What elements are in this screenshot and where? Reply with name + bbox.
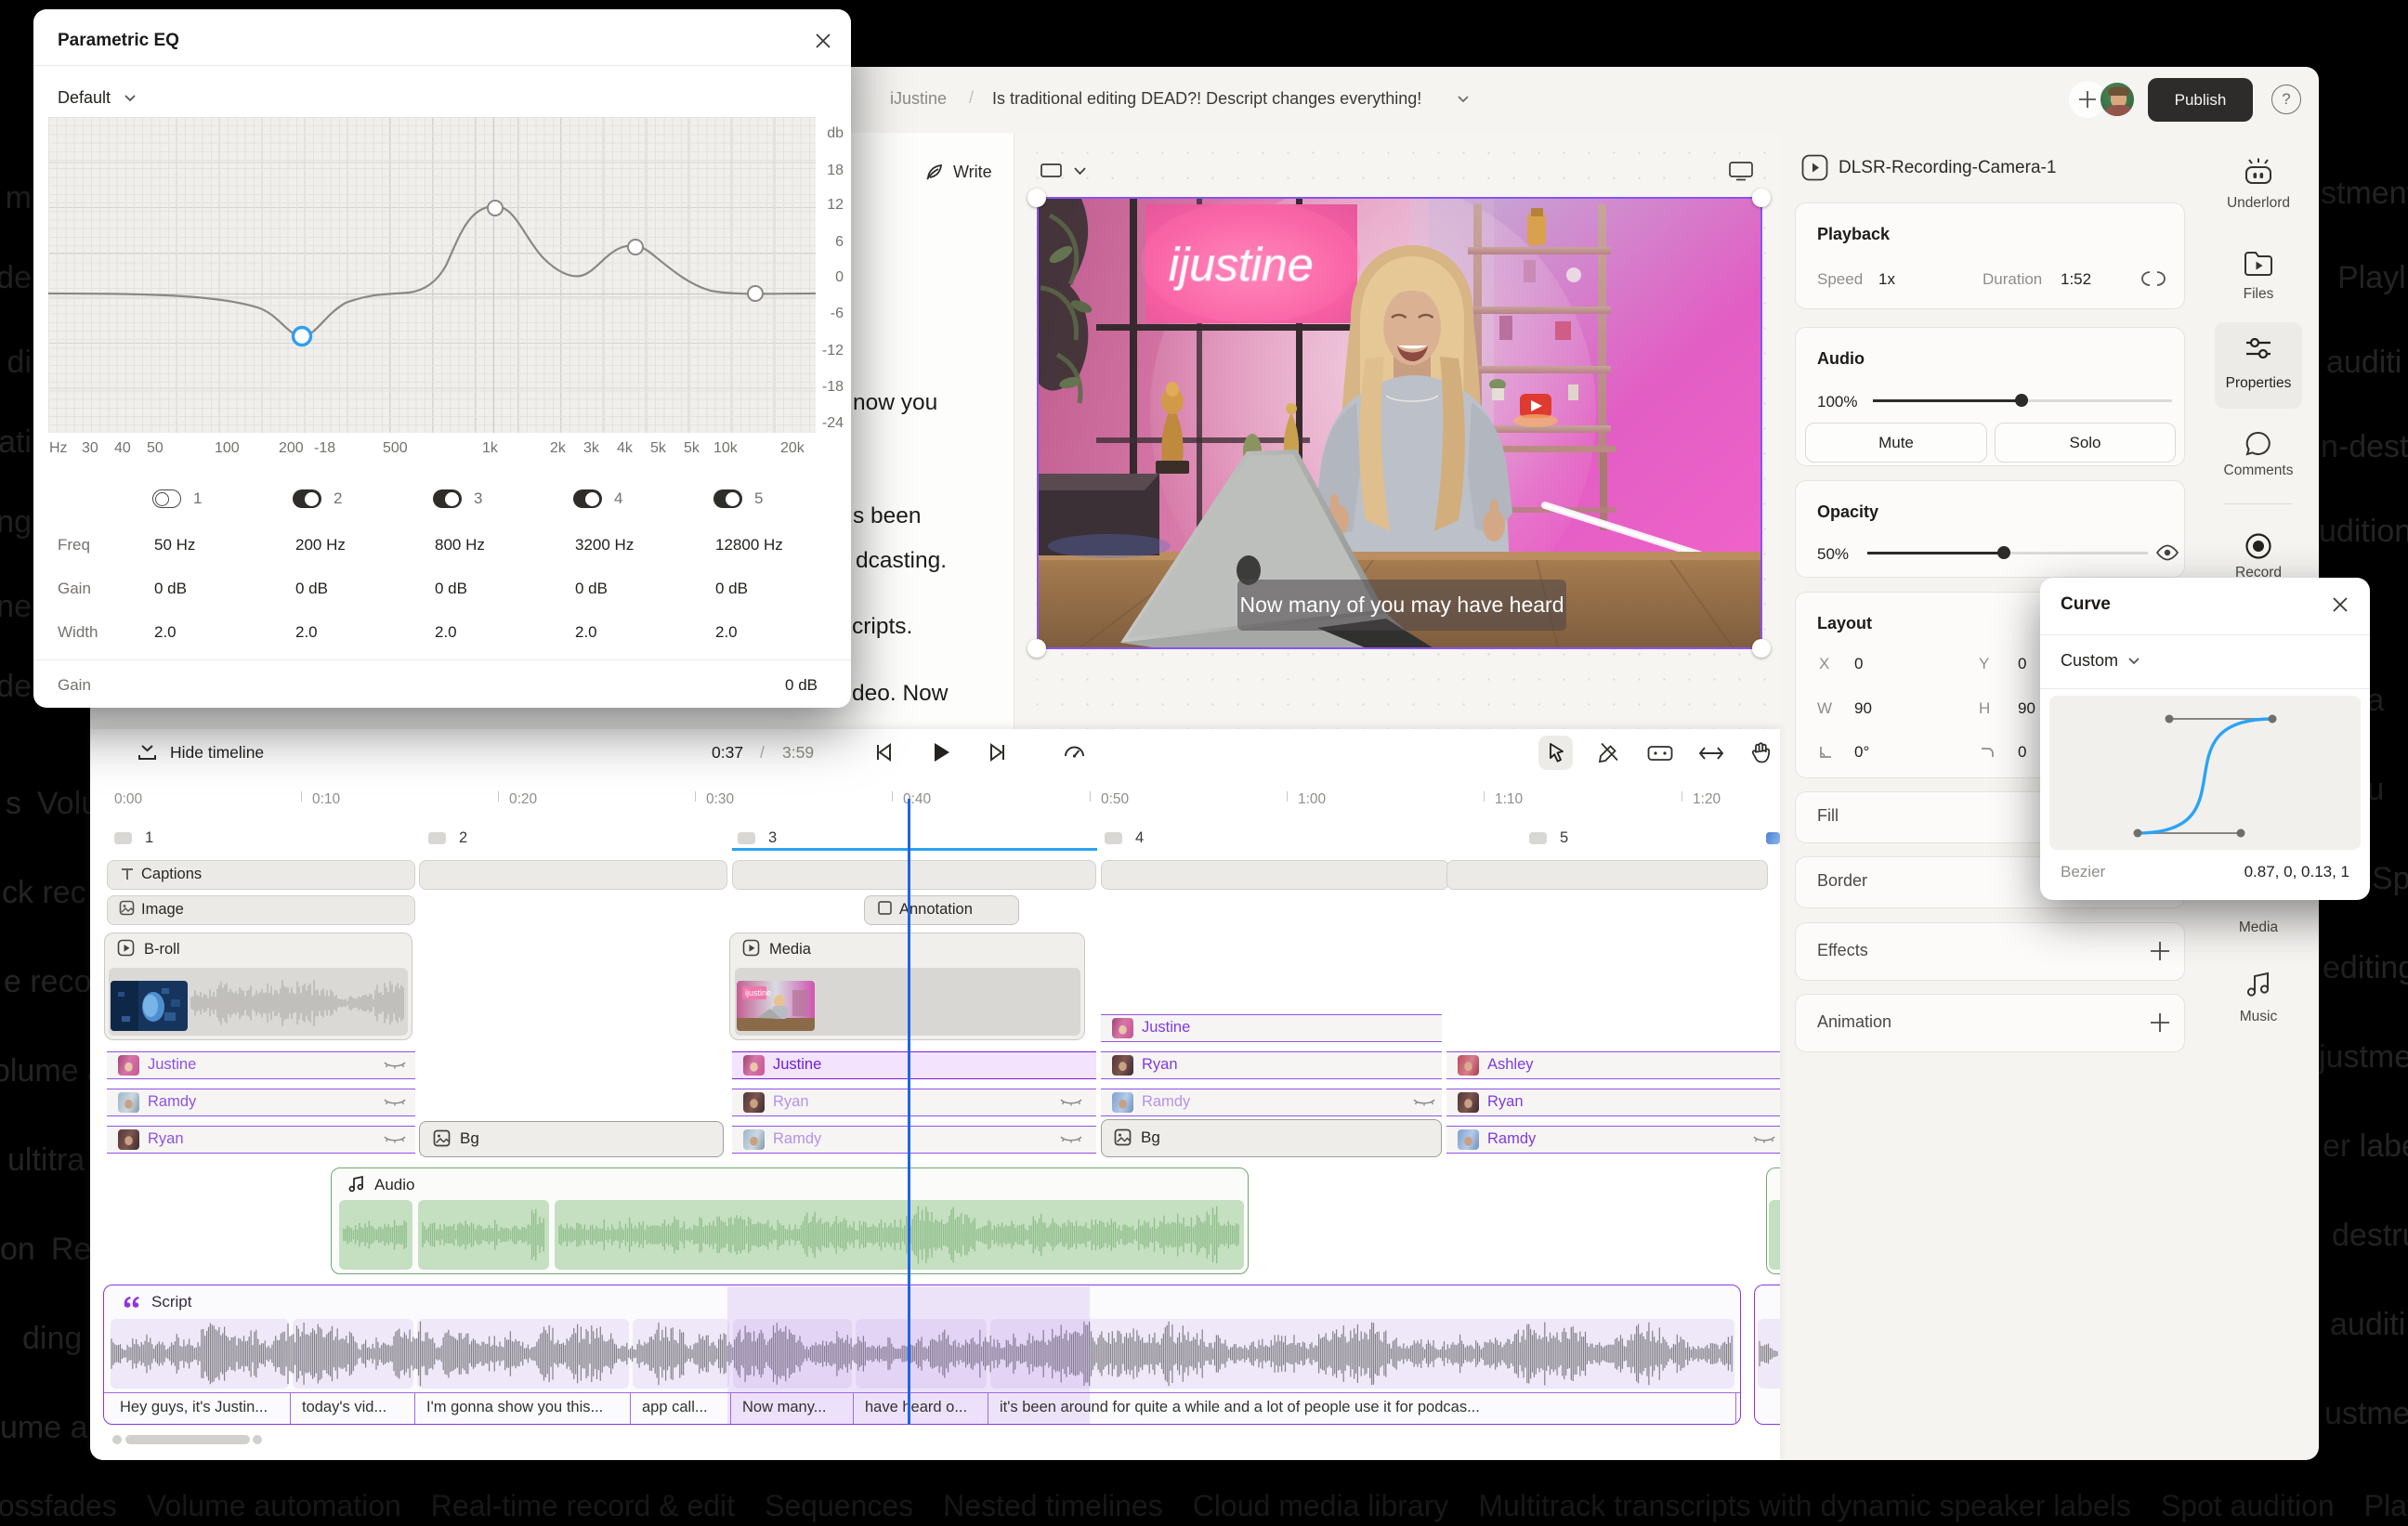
svg-text:ijustine: ijustine <box>745 988 771 998</box>
svg-text:ijustine: ijustine <box>1169 239 1314 291</box>
